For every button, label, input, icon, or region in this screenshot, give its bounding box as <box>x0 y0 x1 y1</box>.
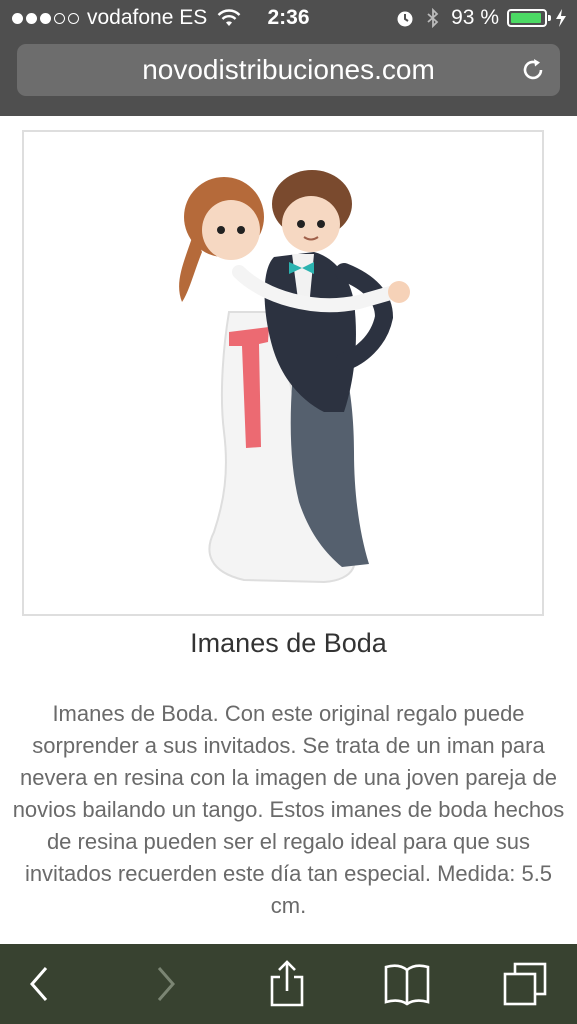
product-title: Imanes de Boda <box>190 628 387 658</box>
address-bar[interactable]: novodistribuciones.com <box>17 44 560 96</box>
bluetooth-icon <box>427 8 439 28</box>
back-button[interactable] <box>5 944 75 1024</box>
battery-percent: 93 % <box>451 6 499 29</box>
reload-icon[interactable] <box>520 57 546 83</box>
browser-toolbar <box>0 944 577 1024</box>
status-right: 93 % <box>395 6 567 30</box>
wedding-couple-figurine-image <box>179 170 410 584</box>
charging-icon <box>556 9 566 27</box>
tabs-icon <box>503 962 547 1006</box>
battery-icon <box>507 9 551 27</box>
product-image-frame <box>22 130 544 616</box>
tabs-button[interactable] <box>490 944 560 1024</box>
status-bar: vodafone ES 2:36 93 % <box>0 0 577 38</box>
bookmarks-icon <box>384 964 430 1006</box>
bookmarks-button[interactable] <box>372 944 442 1024</box>
forward-icon <box>157 967 175 1001</box>
browser-chrome-top: vodafone ES 2:36 93 % novodistribuciones… <box>0 0 577 116</box>
back-icon <box>30 967 48 1001</box>
forward-button[interactable] <box>130 944 200 1024</box>
share-button[interactable] <box>252 944 322 1024</box>
share-icon <box>270 960 304 1007</box>
alarm-clock-icon <box>397 11 413 27</box>
product-description: Imanes de Boda. Con este original regalo… <box>12 701 565 918</box>
battery-fill <box>511 13 541 23</box>
url-domain: novodistribuciones.com <box>142 54 435 85</box>
